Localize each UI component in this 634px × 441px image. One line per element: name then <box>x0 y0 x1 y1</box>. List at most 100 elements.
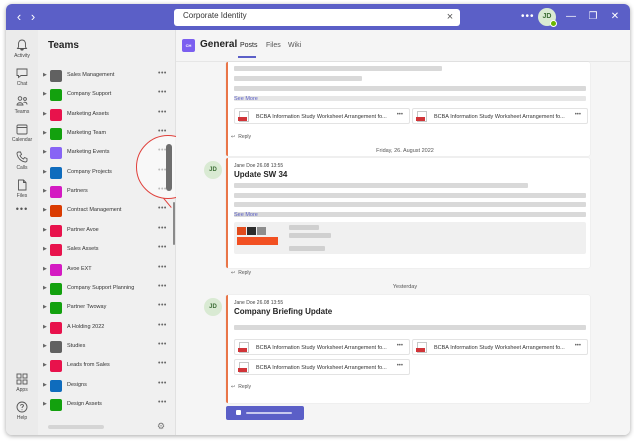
teams-scrollbar[interactable] <box>173 202 175 245</box>
reply-arrow-icon: ↩ <box>231 384 236 390</box>
more-apps-icon[interactable]: ••• <box>6 204 38 214</box>
chevron-right-icon[interactable]: ▶ <box>43 111 47 117</box>
more-options-icon[interactable]: ••• <box>158 109 167 116</box>
more-options-icon[interactable]: ••• <box>158 360 167 367</box>
team-item[interactable]: ▶ Contract Management ••• <box>38 203 172 220</box>
more-options-icon[interactable]: ••• <box>158 128 167 135</box>
tab-posts[interactable]: Posts <box>240 42 258 49</box>
rail-item-calendar[interactable]: Calendar <box>6 122 38 150</box>
more-options-icon[interactable]: ••• <box>575 343 581 349</box>
rail-item-teams[interactable]: Teams <box>6 94 38 122</box>
close-icon[interactable]: × <box>444 11 456 23</box>
attachment-name: BCBA Information Study Worksheet Arrange… <box>256 345 387 351</box>
chevron-right-icon[interactable]: ▶ <box>43 130 47 136</box>
rail-item-apps[interactable]: Apps <box>6 372 38 400</box>
more-options-icon[interactable]: ••• <box>158 205 167 212</box>
chevron-right-icon[interactable]: ▶ <box>43 72 47 78</box>
more-options-icon[interactable]: ••• <box>521 11 535 22</box>
chevron-right-icon[interactable]: ▶ <box>43 188 47 194</box>
see-more-link[interactable]: See More <box>234 212 258 218</box>
rail-item-chat[interactable]: Chat <box>6 66 38 94</box>
more-options-icon[interactable]: ••• <box>158 70 167 77</box>
chevron-right-icon[interactable]: ▶ <box>43 91 47 97</box>
chevron-right-icon[interactable]: ▶ <box>43 401 47 407</box>
team-item[interactable]: ▶ Partner Avoe ••• <box>38 223 172 240</box>
team-item[interactable]: ▶ Studies ••• <box>38 339 172 356</box>
chevron-right-icon[interactable]: ▶ <box>43 149 47 155</box>
new-conversation-button[interactable] <box>226 406 304 420</box>
tab-files[interactable]: Files <box>266 42 281 49</box>
more-options-icon[interactable]: ••• <box>397 363 403 369</box>
link-preview-card[interactable] <box>234 222 586 254</box>
join-create-team-placeholder[interactable] <box>48 425 104 429</box>
more-options-icon[interactable]: ••• <box>158 283 167 290</box>
rail-item-files[interactable]: Files <box>6 178 38 206</box>
more-options-icon[interactable]: ••• <box>158 341 167 348</box>
more-options-icon[interactable]: ••• <box>158 302 167 309</box>
team-item[interactable]: ▶ Partner Twoway ••• <box>38 300 172 317</box>
chevron-right-icon[interactable]: ▶ <box>43 324 47 330</box>
chevron-right-icon[interactable]: ▶ <box>43 266 47 272</box>
more-options-icon[interactable]: ••• <box>158 89 167 96</box>
text-placeholder <box>234 193 586 198</box>
chevron-right-icon[interactable]: ▶ <box>43 285 47 291</box>
more-options-icon[interactable]: ••• <box>575 112 581 118</box>
more-options-icon[interactable]: ••• <box>158 244 167 251</box>
more-options-icon[interactable]: ••• <box>158 399 167 406</box>
forward-arrow-icon[interactable]: › <box>26 10 40 24</box>
see-more-link[interactable]: See More <box>234 96 258 102</box>
search-input[interactable]: Corporate Identity × <box>174 9 460 26</box>
team-item[interactable]: ▶ Marketing Assets ••• <box>38 107 172 124</box>
rail-item-help[interactable]: Help <box>6 400 38 428</box>
team-item[interactable]: ▶ Designs ••• <box>38 378 172 395</box>
attachment-file[interactable]: BCBA Information Study Worksheet Arrange… <box>234 339 410 355</box>
minimize-icon[interactable]: — <box>564 10 578 24</box>
attachment-file[interactable]: BCBA Information Study Worksheet Arrange… <box>234 359 410 375</box>
team-name: Company Support <box>67 91 112 98</box>
team-item[interactable]: ▶ Company Support Planning ••• <box>38 281 172 298</box>
tab-wiki[interactable]: Wiki <box>288 42 301 49</box>
more-options-icon[interactable]: ••• <box>158 380 167 387</box>
team-item[interactable]: ▶ Leads from Sales ••• <box>38 358 172 375</box>
reply-link[interactable]: ↩ Reply <box>231 384 251 390</box>
more-options-icon[interactable]: ••• <box>158 225 167 232</box>
reply-link[interactable]: ↩ Reply <box>231 134 251 140</box>
rail-item-calls[interactable]: Calls <box>6 150 38 178</box>
gear-icon[interactable]: ⚙ <box>156 421 166 431</box>
attachment-file[interactable]: BCBA Information Study Worksheet Arrange… <box>412 339 588 355</box>
attachment-file[interactable]: BCBA Information Study Worksheet Arrange… <box>412 108 588 124</box>
more-options-icon[interactable]: ••• <box>158 322 167 329</box>
chevron-right-icon[interactable]: ▶ <box>43 343 47 349</box>
message-card[interactable]: Jane Doe 26.08 13:55 Company Briefing Up… <box>226 295 590 403</box>
more-options-icon[interactable]: ••• <box>397 343 403 349</box>
message-card[interactable]: Jane Doe 26.08 13:55 Update SW 34 See Mo… <box>226 158 590 268</box>
text-placeholder <box>289 225 319 230</box>
message-author-time: Jane Doe 26.08 13:55 <box>234 300 284 306</box>
restore-icon[interactable]: ❐ <box>586 10 600 24</box>
team-item[interactable]: ▶ Sales Management ••• <box>38 68 172 85</box>
rail-item-activity[interactable]: Activity <box>6 38 38 66</box>
message-card[interactable]: See More BCBA Information Study Workshee… <box>226 62 590 156</box>
more-options-icon[interactable]: ••• <box>397 112 403 118</box>
back-arrow-icon[interactable]: ‹ <box>12 10 26 24</box>
author-avatar[interactable]: JD <box>204 161 222 179</box>
team-item[interactable]: ▶ A Holding 2022 ••• <box>38 320 172 337</box>
user-avatar[interactable]: JD <box>538 8 557 27</box>
chevron-right-icon[interactable]: ▶ <box>43 246 47 252</box>
chevron-right-icon[interactable]: ▶ <box>43 227 47 233</box>
user-initials: JD <box>542 13 552 20</box>
team-item[interactable]: ▶ Company Support ••• <box>38 87 172 104</box>
chevron-right-icon[interactable]: ▶ <box>43 207 47 213</box>
window-close-icon[interactable]: ✕ <box>608 10 622 24</box>
chevron-right-icon[interactable]: ▶ <box>43 169 47 175</box>
reply-link[interactable]: ↩ Reply <box>231 270 251 276</box>
chevron-right-icon[interactable]: ▶ <box>43 362 47 368</box>
chevron-right-icon[interactable]: ▶ <box>43 304 47 310</box>
team-item[interactable]: ▶ Avoe EXT ••• <box>38 262 172 279</box>
team-item[interactable]: ▶ Design Assets ••• <box>38 397 172 414</box>
more-options-icon[interactable]: ••• <box>158 264 167 271</box>
chevron-right-icon[interactable]: ▶ <box>43 382 47 388</box>
author-avatar[interactable]: JD <box>204 298 222 316</box>
team-item[interactable]: ▶ Sales Assets ••• <box>38 242 172 259</box>
attachment-file[interactable]: BCBA Information Study Worksheet Arrange… <box>234 108 410 124</box>
